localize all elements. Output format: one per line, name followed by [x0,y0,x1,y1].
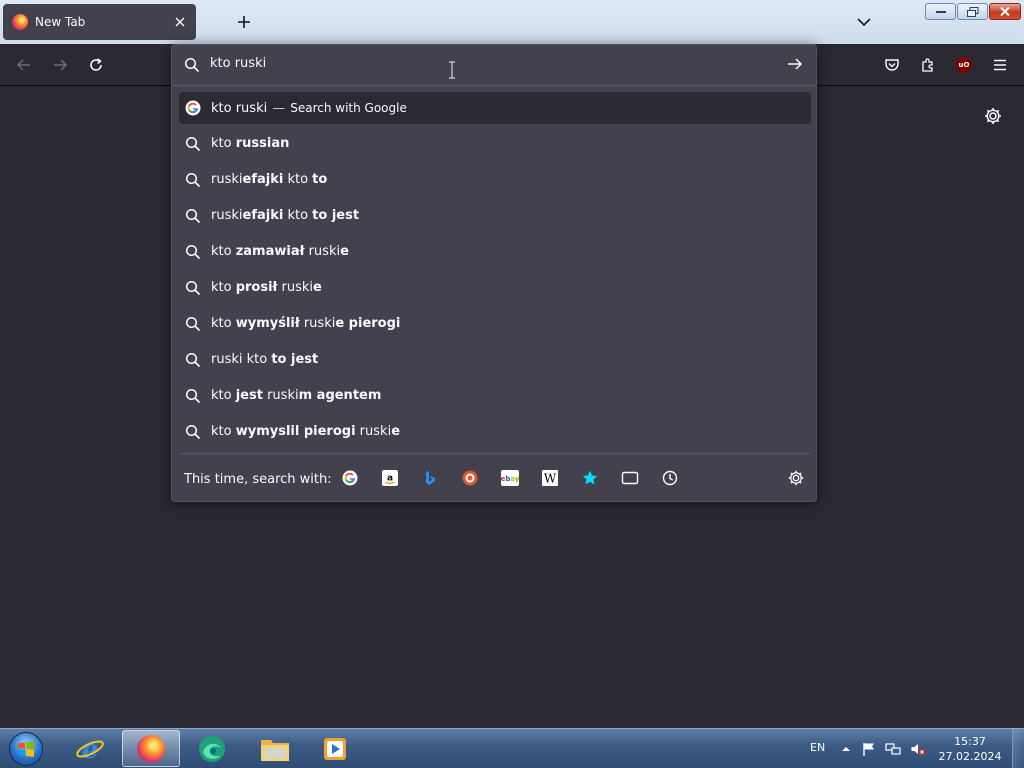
suggestion-text: ruskiefajki kto to [211,172,328,187]
urlbar-text[interactable]: kto ruski [210,56,266,71]
suggestion-text: kto jest ruskim agentem [211,388,382,403]
new-tab-button[interactable] [234,12,254,32]
suggestion-item[interactable]: ruskiefajki kto to [179,164,811,196]
amazon-icon[interactable]: a [381,469,399,487]
windows-logo-icon [9,732,43,766]
suggestion-text: kto wymyślił ruskie pierogi [211,316,401,331]
suggestion-text: kto russian [211,136,290,151]
forward-arrow-icon[interactable] [48,53,72,77]
window-close-button[interactable] [989,3,1021,20]
svg-text:ebay: ebay [501,475,519,483]
tab-new-tab[interactable]: New Tab [3,4,196,40]
firefox-icon [12,14,28,30]
suggestion-item[interactable]: kto prosił ruskie [179,272,811,304]
suggestion-item[interactable]: kto russian [179,128,811,160]
clock-date: 27.02.2024 [938,750,1002,763]
suggestion-text: ruski kto to jest [211,352,319,367]
hamburger-menu-icon[interactable] [988,53,1012,77]
suggestion-text: kto wymyslil pierogi ruskie [211,424,401,439]
bing-icon[interactable] [421,469,439,487]
search-icon [185,136,201,152]
urlbar-popup: kto ruski kto ruski — Search with Google kt… [171,44,817,502]
suggestion-item[interactable]: kto zamawiał ruskie [179,236,811,268]
suggestion-item[interactable]: kto wymyślił ruskie pierogi [179,308,811,340]
language-indicator[interactable]: EN [810,741,825,754]
bookmarks-star-icon[interactable] [581,469,599,487]
show-hidden-icons-icon[interactable] [838,741,854,757]
file-explorer-icon[interactable] [246,730,304,767]
suggestion-separator: — [272,101,286,116]
internet-explorer-icon[interactable]: e [61,730,119,767]
suggestion-search-with-google[interactable]: kto ruski — Search with Google [179,92,811,124]
urlbar-input[interactable]: kto ruski [172,45,816,85]
title-bar: New Tab [0,0,1024,44]
search-icon [185,316,201,332]
go-arrow-icon[interactable] [786,55,806,75]
wikipedia-icon[interactable]: W [541,469,559,487]
suggestion-item[interactable]: kto wymyslil pierogi ruskie [179,416,811,448]
show-desktop-button[interactable] [1012,729,1024,768]
search-icon [185,352,201,368]
pocket-icon[interactable] [880,53,904,77]
search-settings-gear-icon[interactable] [787,469,805,487]
tab-title: New Tab [35,15,86,29]
volume-muted-icon[interactable] [910,741,926,757]
suggestion-text: kto prosił ruskie [211,280,322,295]
suggestion-text: kto ruski — Search with Google [211,101,407,116]
search-icon [185,172,201,188]
firefox-taskbar-icon[interactable] [122,730,180,767]
close-tab-icon[interactable] [172,14,188,30]
suggestion-item[interactable]: kto jest ruskim agentem [179,380,811,412]
suggestion-item[interactable]: ruski kto to jest [179,344,811,376]
page-settings-gear-icon[interactable] [983,106,1003,126]
google-icon[interactable] [341,469,359,487]
start-button[interactable] [6,730,46,768]
svg-text:e: e [82,735,99,764]
suggestion-text: ruskiefajki kto to jest [211,208,360,223]
suggestion-action-text: Search with Google [290,101,407,115]
duckduckgo-icon[interactable] [461,469,479,487]
svg-text:W: W [544,472,557,486]
divider [180,453,810,454]
taskbar: e EN 15:37 27.02.2024 [0,728,1024,768]
back-arrow-icon[interactable] [12,53,36,77]
network-icon[interactable] [885,741,901,757]
list-all-tabs-chevron-icon[interactable] [854,13,874,31]
edge-icon[interactable] [183,730,241,767]
clock[interactable]: 15:37 27.02.2024 [938,734,1002,764]
reload-icon[interactable] [84,53,108,77]
ublock-origin-icon[interactable]: uO [952,53,976,77]
one-off-search-label: This time, search with: [184,472,332,487]
suggestion-text: kto zamawiał ruskie [211,244,349,259]
ebay-icon[interactable]: ebay [501,469,519,487]
tabs-icon[interactable] [621,469,639,487]
extensions-puzzle-icon[interactable] [916,53,940,77]
divider [172,85,816,86]
search-icon [185,424,201,440]
window-restore-button[interactable] [957,3,988,20]
action-center-flag-icon[interactable] [861,741,877,757]
media-player-icon[interactable] [306,730,364,767]
search-icon [185,208,201,224]
window-minimize-button[interactable] [925,3,956,20]
clock-time: 15:37 [954,735,986,748]
search-icon [185,244,201,260]
search-icon [184,57,200,77]
suggestion-item[interactable]: ruskiefajki kto to jest [179,200,811,232]
search-icon [185,388,201,404]
history-clock-icon[interactable] [661,469,679,487]
search-icon [185,280,201,296]
svg-text:a: a [387,474,393,484]
google-icon [185,100,201,116]
text-cursor-icon [448,61,456,79]
